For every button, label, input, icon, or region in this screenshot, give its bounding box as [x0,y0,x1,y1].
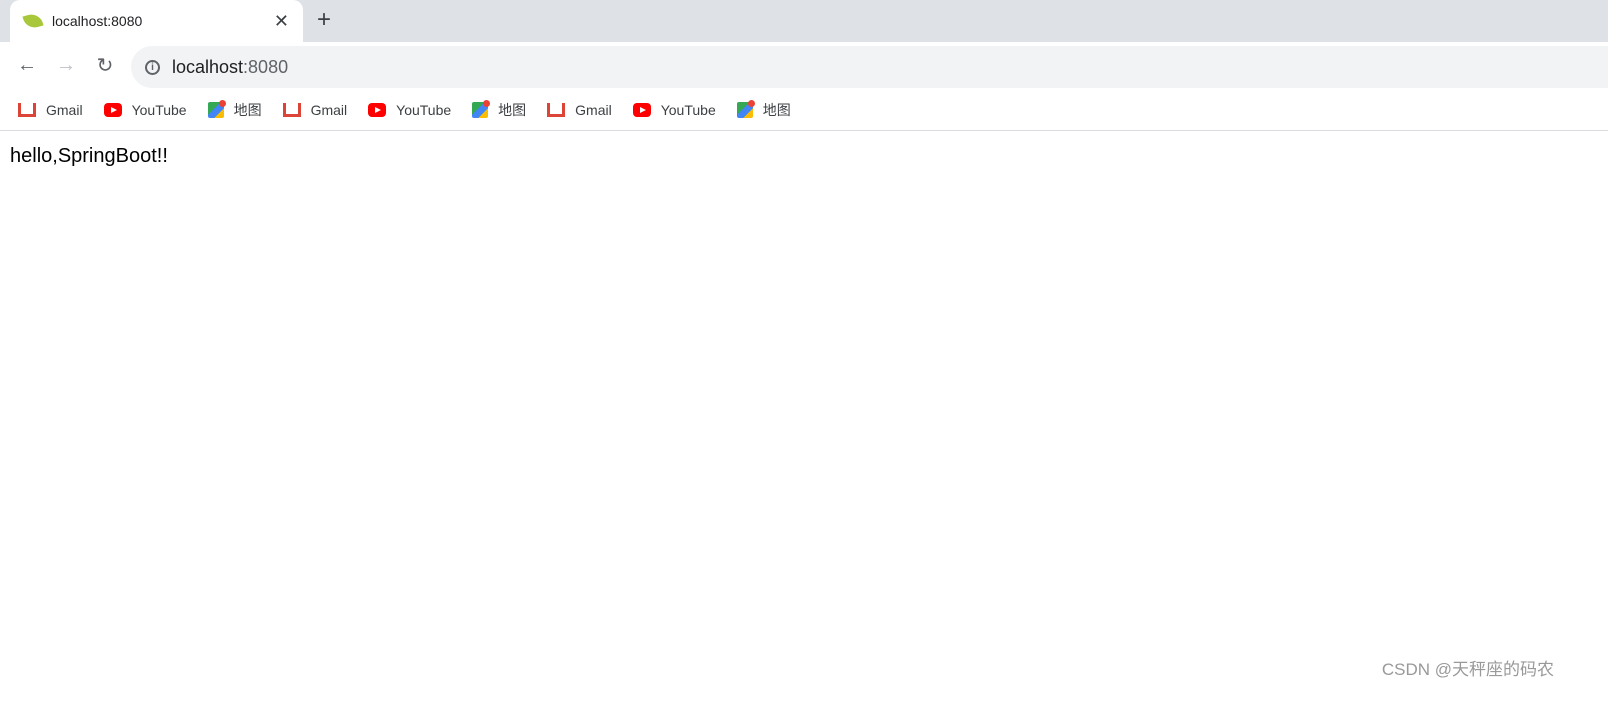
bookmark-label: Gmail [575,101,612,118]
bookmark-label: Gmail [46,101,83,118]
bookmark-label: 地图 [498,101,527,118]
new-tab-button[interactable]: + [317,6,331,34]
bookmark-label: Gmail [310,101,348,118]
gmail-icon [282,102,301,117]
bookmark-label: 地图 [233,101,262,118]
close-tab-icon[interactable]: ✕ [274,11,289,32]
bookmark-label: YouTube [396,101,452,118]
bookmark-label: YouTube [131,101,187,118]
reload-button[interactable]: ↻ [92,53,118,78]
bookmark-item[interactable]: YouTube [103,101,187,118]
bookmark-item[interactable]: YouTube [368,102,451,118]
back-button[interactable]: ← [14,54,40,77]
forward-button[interactable]: → [53,54,79,77]
youtube-icon [103,102,122,117]
watermark: CSDN @天秤座的码农 [1381,660,1554,679]
youtube-icon [368,102,387,117]
maps-icon [472,99,491,118]
youtube-icon [632,102,651,117]
url-port: :8080 [243,56,289,77]
maps-icon [207,99,226,118]
address-bar[interactable]: i localhost:8080 [131,46,1608,88]
bookmark-item[interactable]: Gmail [282,101,348,118]
spring-leaf-icon [22,11,44,31]
bookmark-item[interactable]: 地图 [472,99,527,120]
gmail-icon [18,102,36,117]
bookmark-label: 地图 [762,101,791,118]
browser-tab[interactable]: localhost:8080 ✕ [10,0,303,42]
tab-title: localhost:8080 [52,13,143,29]
bookmarks-bar: Gmail YouTube 地图 Gmail YouTube 地图 Gmail YouTube… [0,89,1608,131]
info-icon[interactable]: i [145,59,160,75]
url-text[interactable]: localhost:8080 [172,57,288,78]
bookmark-item[interactable]: 地图 [736,99,791,120]
bookmark-item[interactable]: YouTube [632,101,716,118]
bookmark-label: YouTube [660,101,716,118]
bookmark-item[interactable]: Gmail [547,102,612,118]
bookmark-item[interactable]: Gmail [18,102,83,118]
tab-strip: localhost:8080 ✕ + [0,0,1608,42]
url-host: localhost [172,56,244,77]
bookmark-item[interactable]: 地图 [207,99,262,120]
maps-icon [736,99,755,118]
page-text: hello,SpringBoot!! [10,145,168,167]
gmail-icon [547,102,566,117]
